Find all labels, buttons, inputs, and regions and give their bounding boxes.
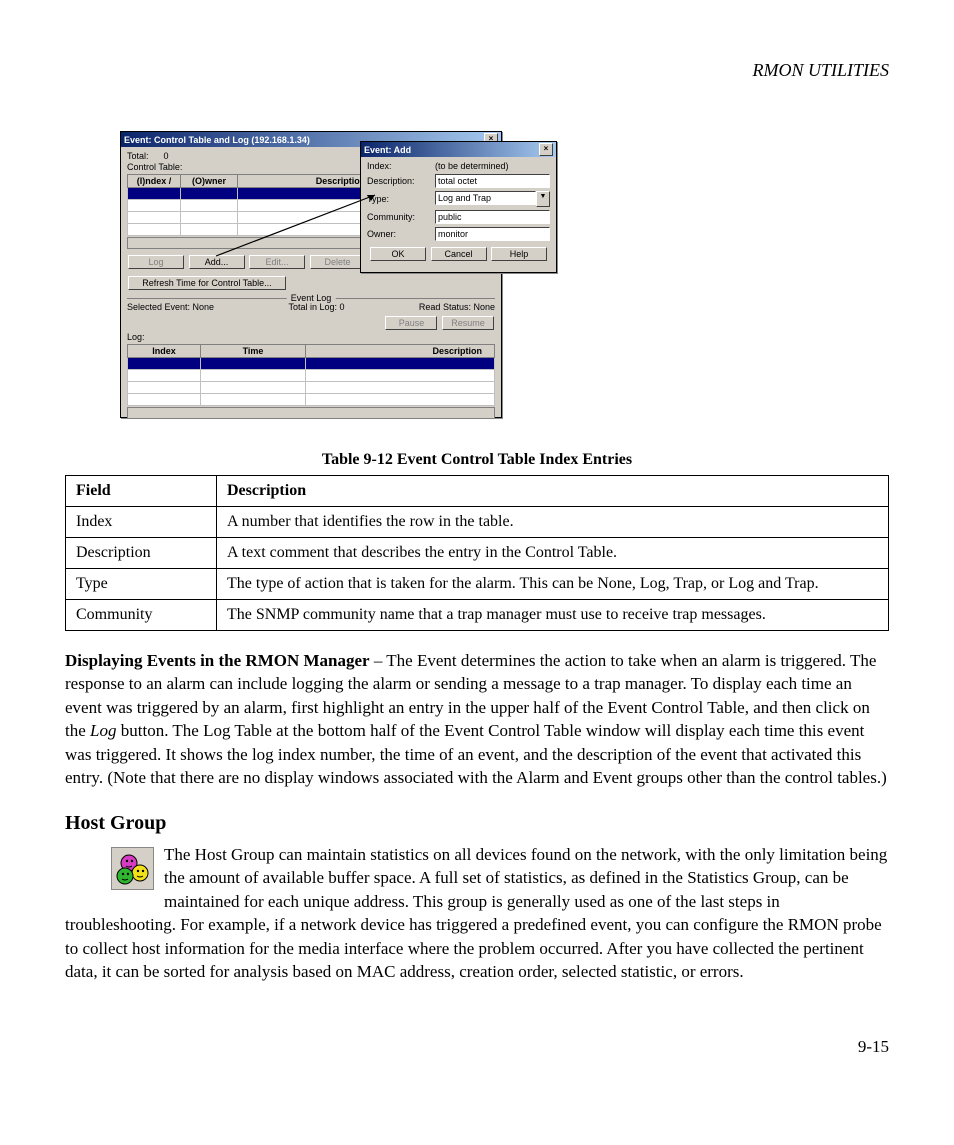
table-row: Index A number that identifies the row i… <box>66 507 889 538</box>
close-icon[interactable]: × <box>539 143 553 156</box>
host-group-icon <box>111 847 154 890</box>
event-add-dialog: Event: Add × Index: (to be determined) D… <box>360 141 557 273</box>
host-group-paragraph: The Host Group can maintain statistics o… <box>65 843 889 984</box>
log-label: Log: <box>127 332 495 342</box>
log-col-index[interactable]: Index <box>128 345 201 358</box>
index-label: Index: <box>367 161 435 171</box>
owner-input[interactable]: monitor <box>435 227 550 241</box>
page-number: 9-15 <box>65 1037 889 1057</box>
description-label: Description: <box>367 176 435 186</box>
edit-button[interactable]: Edit... <box>249 255 305 269</box>
selected-event: Selected Event: None <box>127 302 214 312</box>
read-status: Read Status: None <box>419 302 495 312</box>
field-description-table: Field Description Index A number that id… <box>65 475 889 631</box>
description-input[interactable]: total octet <box>435 174 550 188</box>
page-header: RMON UTILITIES <box>65 60 889 81</box>
pause-button[interactable]: Pause <box>385 316 437 330</box>
help-button[interactable]: Help <box>491 247 547 261</box>
index-value: (to be determined) <box>435 161 550 171</box>
log-table: Index Time Description <box>127 344 495 406</box>
dialog-title: Event: Add <box>364 145 411 155</box>
log-scrollbar[interactable] <box>127 407 495 419</box>
total-in-log: Total in Log: 0 <box>288 302 344 312</box>
table-row: Community The SNMP community name that a… <box>66 600 889 631</box>
type-label: Type: <box>367 194 435 204</box>
total-label: Total: <box>127 151 149 161</box>
resume-button[interactable]: Resume <box>442 316 494 330</box>
table-caption: Table 9-12 Event Control Table Index Ent… <box>65 451 889 469</box>
owner-label: Owner: <box>367 229 435 239</box>
refresh-button[interactable]: Refresh Time for Control Table... <box>128 276 286 290</box>
screenshot-figure: Event: Control Table and Log (192.168.1.… <box>120 131 560 421</box>
window-title: Event: Control Table and Log (192.168.1.… <box>124 135 310 145</box>
delete-button[interactable]: Delete <box>310 255 366 269</box>
log-button[interactable]: Log <box>128 255 184 269</box>
ok-button[interactable]: OK <box>370 247 426 261</box>
host-group-heading: Host Group <box>65 812 889 835</box>
displaying-events-paragraph: Displaying Events in the RMON Manager – … <box>65 649 889 790</box>
cancel-button[interactable]: Cancel <box>431 247 487 261</box>
th-description: Description <box>217 476 889 507</box>
total-value: 0 <box>164 151 169 161</box>
log-col-time[interactable]: Time <box>201 345 306 358</box>
chevron-down-icon[interactable]: ▼ <box>536 191 550 207</box>
community-input[interactable]: public <box>435 210 550 224</box>
table-row: Type The type of action that is taken fo… <box>66 569 889 600</box>
community-label: Community: <box>367 212 435 222</box>
log-col-description[interactable]: Description <box>306 345 495 358</box>
col-index[interactable]: (I)ndex / <box>128 175 181 188</box>
event-log-legend: Event Log <box>287 293 336 303</box>
th-field: Field <box>66 476 217 507</box>
type-dropdown[interactable]: Log and Trap ▼ <box>435 191 550 207</box>
col-owner[interactable]: (O)wner <box>181 175 238 188</box>
table-row: Description A text comment that describe… <box>66 538 889 569</box>
add-button[interactable]: Add... <box>189 255 245 269</box>
